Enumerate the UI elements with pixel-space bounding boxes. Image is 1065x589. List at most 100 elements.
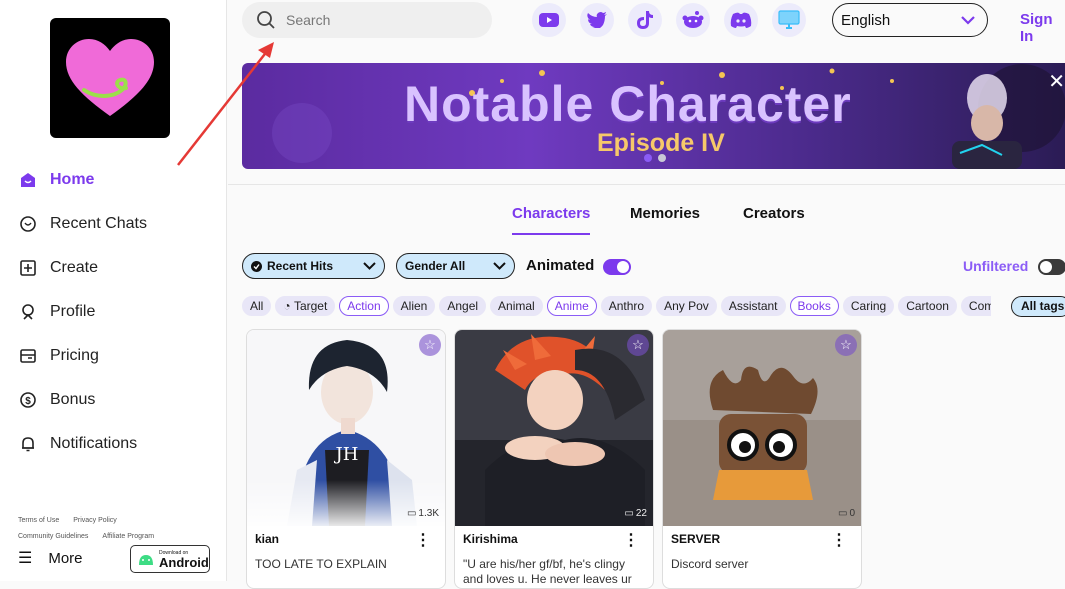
community-guidelines-link[interactable]: Community Guidelines — [18, 533, 88, 540]
sidebar-item-profile[interactable]: Profile — [18, 297, 95, 327]
footer-links-2: Community Guidelines Affiliate Program — [18, 533, 168, 540]
animated-toggle[interactable] — [603, 259, 631, 275]
chat-count: ▭ 1.3K — [407, 508, 439, 519]
svg-text:$: $ — [25, 396, 31, 407]
privacy-link[interactable]: Privacy Policy — [73, 517, 117, 524]
chat-count-value: 1.3K — [418, 508, 439, 519]
more-label: More — [48, 549, 83, 567]
chat-icon — [18, 214, 38, 234]
character-card[interactable]: ☆ ▭ 0 SERVER ⋮ Discord server — [662, 329, 862, 589]
sidebar-item-notifications[interactable]: Notifications — [18, 429, 137, 459]
unfiltered-label: Unfiltered — [963, 258, 1029, 274]
tag-chip[interactable]: Angel — [439, 296, 487, 316]
sidebar-item-label: Create — [50, 259, 99, 276]
sidebar-item-create[interactable]: Create — [18, 253, 98, 283]
unfiltered-toggle[interactable] — [1038, 259, 1065, 275]
dollar-icon: $ — [18, 390, 38, 410]
gender-label: Gender All — [405, 259, 466, 273]
tab-creators[interactable]: Creators — [743, 205, 805, 222]
sign-in-button[interactable]: Sign In — [1020, 11, 1065, 45]
tag-chip[interactable]: ◔ Target — [275, 296, 336, 316]
android-icon — [139, 555, 153, 565]
affiliate-link[interactable]: Affiliate Program — [102, 533, 154, 540]
desktop-icon[interactable] — [772, 3, 806, 37]
android-download-button[interactable]: Download on Android — [130, 545, 210, 573]
tiktok-icon[interactable] — [628, 3, 662, 37]
pagination-dot[interactable] — [644, 154, 652, 162]
card-description: "U are his/her gf/bf, he's clingy and lo… — [463, 557, 632, 586]
tag-chip[interactable]: Any Pov — [656, 296, 717, 316]
bell-icon — [18, 434, 38, 454]
favorite-star-icon[interactable]: ☆ — [627, 334, 649, 356]
favorite-star-icon[interactable]: ☆ — [835, 334, 857, 356]
gender-select[interactable]: Gender All — [396, 253, 515, 279]
app-logo[interactable] — [50, 18, 170, 138]
banner-close-icon[interactable]: ✕ — [1048, 69, 1065, 94]
chat-count-value: 22 — [635, 508, 647, 519]
sidebar-item-home[interactable]: Home — [18, 165, 94, 195]
tab-memories[interactable]: Memories — [630, 205, 700, 222]
heart-logo-icon — [66, 39, 154, 116]
banner-title: Notable Character — [404, 76, 852, 132]
chat-count: ▭ 22 — [624, 508, 647, 519]
terms-link[interactable]: Terms of Use — [18, 517, 59, 524]
sidebar-item-recent-chats[interactable]: Recent Chats — [18, 209, 147, 239]
tag-chip[interactable]: All — [242, 296, 272, 316]
all-tags-button[interactable]: All tags — [1011, 296, 1065, 317]
sidebar-item-label: Notifications — [50, 435, 138, 452]
tag-chip[interactable]: Action — [339, 296, 389, 316]
chat-bubble-icon: ▭ — [406, 508, 417, 519]
tag-label: Caring — [850, 299, 887, 313]
youtube-icon[interactable] — [532, 3, 566, 37]
animated-label: Animated — [526, 257, 595, 274]
card-icon — [18, 346, 38, 366]
pagination-dot[interactable] — [658, 154, 666, 162]
card-menu-icon[interactable]: ⋮ — [623, 530, 639, 550]
tag-label: Anime — [554, 299, 589, 313]
tag-label: Cartoon — [906, 299, 949, 313]
hamburger-icon: ☰ — [18, 550, 33, 567]
chevron-down-icon — [363, 262, 376, 270]
favorite-star-icon[interactable]: ☆ — [419, 334, 441, 356]
character-card[interactable]: ☆ ▭ 22 Kirishima ⋮ "U are his/her gf/bf, … — [454, 329, 654, 589]
tag-list: All ◔ Target Action Alien Angel Animal Anime An… — [242, 296, 991, 318]
tab-characters[interactable]: Characters — [512, 205, 590, 222]
sidebar-item-label: Bonus — [50, 391, 96, 408]
search-icon — [257, 11, 275, 29]
tag-chip[interactable]: Caring — [842, 296, 895, 316]
character-card[interactable]: JH ☆ ▭ 1.3K kian ⋮ TOO LATE TO EXPLAIN — [246, 329, 446, 589]
tag-chip[interactable]: Books — [789, 296, 839, 316]
plus-square-icon — [18, 258, 38, 278]
character-image-kian: JH — [247, 330, 445, 526]
tag-chip[interactable]: Cartoon — [898, 296, 957, 316]
check-circle-icon — [251, 260, 262, 272]
tag-chip[interactable]: Assistant — [720, 296, 786, 316]
tag-label: Animal — [498, 299, 535, 313]
search-input[interactable] — [286, 12, 476, 28]
language-value: English — [841, 11, 891, 29]
language-select[interactable]: English — [832, 3, 988, 37]
tag-chip[interactable]: Comed — [960, 296, 991, 316]
top-bar: English Sign In — [228, 0, 1065, 45]
chat-count: ▭ 0 — [838, 508, 855, 519]
sidebar-item-label: Pricing — [50, 347, 99, 364]
tag-chip[interactable]: Anime — [546, 296, 597, 316]
character-image-server — [663, 330, 861, 526]
more-button[interactable]: ☰ More — [18, 548, 83, 568]
sort-label: Recent Hits — [267, 259, 334, 273]
tag-chip[interactable]: Anthro — [600, 296, 653, 316]
tag-chip[interactable]: Alien — [392, 296, 436, 316]
sort-select[interactable]: Recent Hits — [242, 253, 385, 279]
sidebar: Home Recent Chats Create Profile Pricing… — [0, 0, 227, 581]
reddit-icon[interactable] — [676, 3, 710, 37]
search-box[interactable] — [242, 2, 492, 38]
card-menu-icon[interactable]: ⋮ — [415, 530, 431, 550]
tag-chip[interactable]: Animal — [490, 296, 543, 316]
twitter-icon[interactable] — [580, 3, 614, 37]
card-menu-icon[interactable]: ⋮ — [831, 530, 847, 550]
discord-icon[interactable] — [724, 3, 758, 37]
sidebar-item-pricing[interactable]: Pricing — [18, 341, 99, 371]
target-icon: ◔ — [283, 299, 294, 313]
sidebar-item-bonus[interactable]: $ Bonus — [18, 385, 95, 415]
tag-label: Alien — [400, 299, 428, 313]
